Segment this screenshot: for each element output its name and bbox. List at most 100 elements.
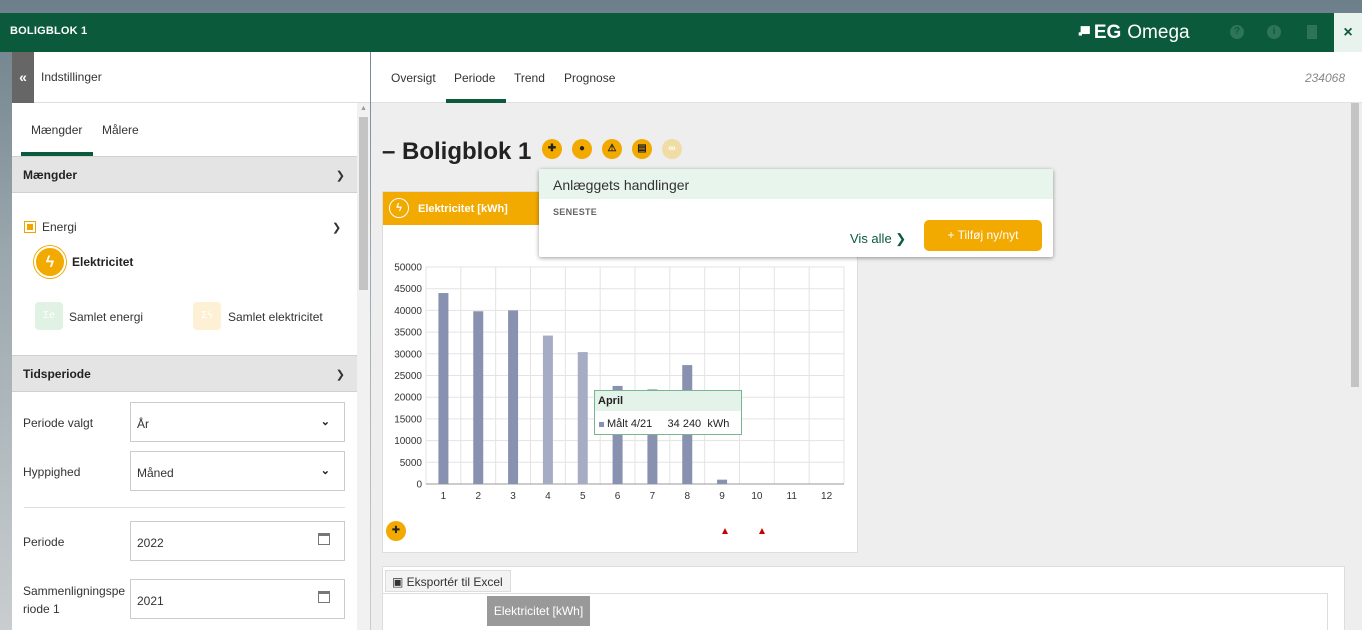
period-label: Periode — [23, 535, 65, 549]
tab-overview[interactable]: Oversigt — [391, 71, 436, 85]
main-scrollbar[interactable] — [1348, 103, 1362, 630]
bar — [577, 352, 588, 484]
lightning-icon: ϟ — [34, 246, 66, 278]
section-period-label: Tidsperiode — [23, 367, 91, 381]
document-icon[interactable]: ▤ — [632, 139, 652, 159]
y-tick-label: 20000 — [394, 393, 422, 404]
total-energy-label[interactable]: Samlet energi — [69, 310, 143, 324]
collapse-sidebar-button[interactable]: « — [12, 52, 34, 103]
y-tick-label: 30000 — [394, 349, 422, 360]
app-title: BOLIGBLOK 1 — [10, 25, 88, 37]
divider — [383, 593, 1328, 594]
x-tick-label: 8 — [684, 491, 690, 502]
calendar-icon[interactable] — [318, 591, 330, 603]
export-label: Eksportér til Excel — [406, 575, 503, 589]
lightning-icon: ϟ — [389, 198, 409, 218]
eg-logo-mark-icon: ▪▀ — [1078, 25, 1090, 41]
bookmark-icon[interactable] — [1307, 25, 1317, 39]
energy-checkbox-row[interactable]: Energi — [24, 220, 77, 234]
sidebar-title: Indstillinger — [41, 70, 102, 84]
tab-quantities[interactable]: Mængder — [31, 123, 82, 137]
comparison-period-label: Sammenligningspe riode 1 — [23, 584, 126, 616]
section-quantities[interactable]: Mængder ❯ — [12, 156, 357, 193]
comparison-date-input[interactable]: 2021 — [130, 579, 345, 619]
frequency-select[interactable]: Måned ⌄ — [130, 451, 345, 491]
table-header-electricity: Elektricitet [kWh] — [487, 596, 590, 626]
brand-name: Omega — [1127, 22, 1190, 43]
section-quantities-label: Mængder — [23, 168, 77, 182]
scroll-up-icon[interactable]: ▲ — [360, 105, 367, 112]
popup-subtitle: SENESTE — [553, 207, 598, 217]
sidebar-scrollbar[interactable]: ▲ — [357, 103, 370, 630]
export-excel-button[interactable]: ▣ Eksportér til Excel — [385, 570, 511, 592]
electricity-item[interactable]: ϟ Elektricitet — [34, 246, 133, 278]
installation-id: 234068 — [1304, 71, 1345, 85]
energy-chevron-down-icon[interactable]: ❯ — [332, 221, 341, 234]
frequency-value: Måned — [137, 466, 174, 480]
alert-marker-icon[interactable] — [759, 528, 765, 534]
tooltip-title: April — [595, 391, 741, 411]
bar — [473, 311, 484, 484]
active-tab-indicator — [446, 99, 506, 103]
tab-forecast[interactable]: Prognose — [564, 71, 615, 85]
comment-icon[interactable]: ● — [572, 139, 592, 159]
total-energy-icon[interactable]: Σe — [35, 302, 63, 330]
settings-sidebar: « Indstillinger ▲ Mængder Målere Mængder… — [12, 52, 370, 630]
period-selected-label: Periode valgt — [23, 416, 94, 430]
y-tick-label: 10000 — [394, 436, 422, 447]
total-electricity-icon[interactable]: Σϟ — [193, 302, 221, 330]
section-period[interactable]: Tidsperiode ❯ — [12, 355, 357, 392]
x-tick-label: 9 — [719, 491, 725, 502]
add-chart-note-icon[interactable]: ✚ — [386, 521, 406, 541]
period-date-input[interactable]: 2022 — [130, 521, 345, 561]
help-icon[interactable]: ? — [1230, 25, 1244, 39]
link-icon[interactable]: ∞ — [662, 139, 682, 159]
see-all-link[interactable]: Vis alle ❯ — [850, 231, 906, 247]
alert-marker-icon[interactable] — [722, 528, 728, 534]
y-tick-label: 25000 — [394, 371, 422, 382]
electricity-label: Elektricitet — [72, 255, 134, 269]
brand-eg: EG — [1093, 22, 1122, 43]
calendar-icon[interactable] — [318, 533, 330, 545]
period-value: 2022 — [137, 536, 164, 550]
y-tick-label: 15000 — [394, 414, 422, 425]
tab-trend[interactable]: Trend — [514, 71, 545, 85]
electricity-bar-chart: 0 5000 10000 15000 20000 25000 30000 35000 40000… — [394, 263, 845, 502]
chart-tooltip: April Målt 4/21 34 240 kWh — [594, 390, 742, 435]
tab-meters[interactable]: Målere — [102, 123, 139, 137]
card-header: ϟ Elektricitet [kWh] — [383, 192, 541, 225]
bar — [508, 310, 519, 484]
y-tick-label: 0 — [416, 480, 422, 491]
energy-checkbox[interactable] — [24, 221, 36, 233]
sidebar-scroll-thumb[interactable] — [359, 117, 368, 290]
tooltip-unit: kWh — [707, 418, 730, 430]
dropdown-chevron-icon: ⌄ — [320, 465, 330, 477]
tab-period[interactable]: Periode — [454, 71, 495, 85]
chevron-down-icon[interactable]: ❯ — [336, 169, 345, 182]
add-new-button[interactable]: + Tilføj ny/nyt — [924, 220, 1042, 251]
main-scroll-thumb[interactable] — [1351, 103, 1359, 387]
page-title: – Boligblok 1 — [382, 138, 532, 165]
period-selected-value: År — [137, 417, 149, 431]
y-tick-label: 50000 — [394, 263, 422, 274]
y-tick-label: 45000 — [394, 284, 422, 295]
x-tick-label: 12 — [821, 491, 833, 502]
energy-label: Energi — [42, 220, 77, 234]
actions-popup: Anlæggets handlinger SENESTE Vis alle ❯ … — [539, 169, 1053, 257]
period-chevron-down-icon[interactable]: ❯ — [336, 368, 345, 381]
sidebar-header: « Indstillinger — [12, 52, 370, 103]
total-electricity-label[interactable]: Samlet elektricitet — [228, 310, 323, 324]
data-table-card: ▣ Eksportér til Excel Elektricitet [kWh] — [382, 566, 1345, 630]
warning-icon[interactable]: ⚠ — [602, 139, 622, 159]
card-title: Elektricitet [kWh] — [418, 203, 508, 215]
close-button[interactable]: × — [1334, 13, 1362, 52]
period-selected-select[interactable]: År ⌄ — [130, 402, 345, 442]
divider — [24, 507, 345, 508]
add-note-icon[interactable]: ✚ — [542, 139, 562, 159]
info-icon[interactable]: i — [1267, 25, 1281, 39]
excel-icon: ▣ — [392, 575, 407, 589]
y-tick-label: 5000 — [400, 458, 423, 469]
x-tick-label: 1 — [441, 491, 447, 502]
comparison-value: 2021 — [137, 594, 164, 608]
main-tabs: Oversigt Periode Trend Prognose 234068 — [371, 52, 1362, 103]
